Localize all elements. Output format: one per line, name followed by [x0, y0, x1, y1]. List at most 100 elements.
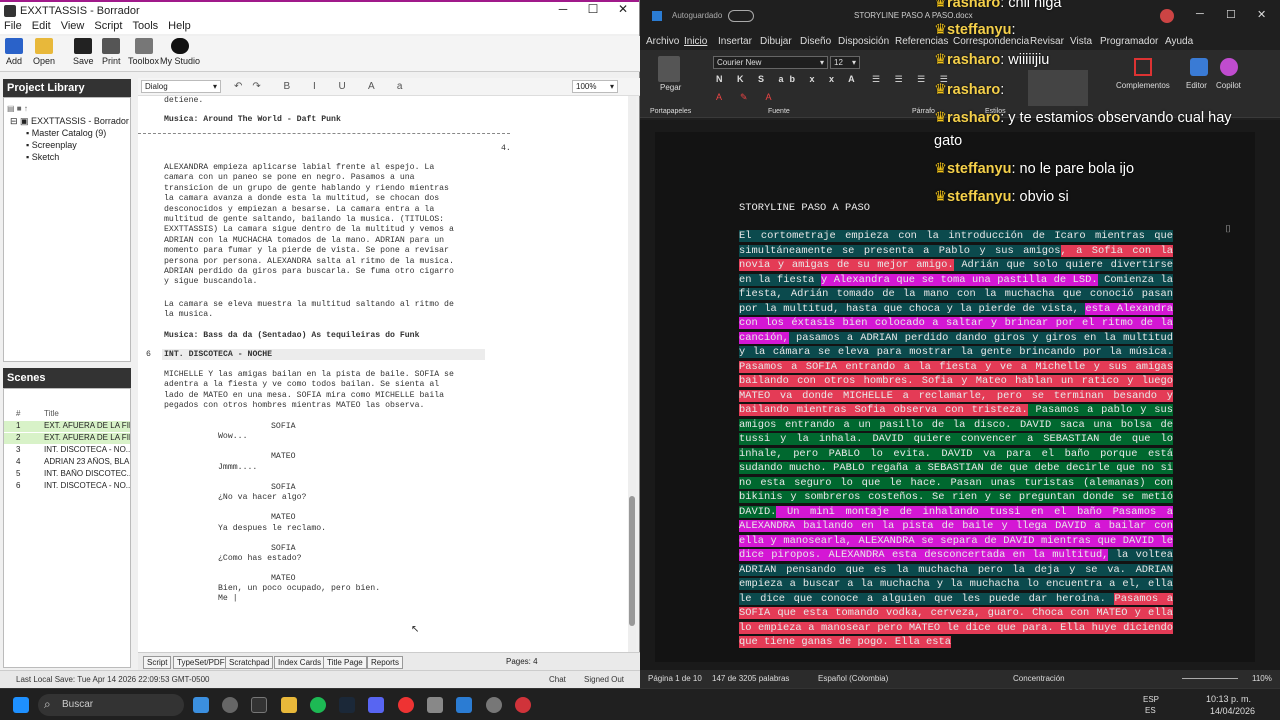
scene-row[interactable]: 4 ADRIAN 23 AÑOS, BLA... [4, 457, 130, 468]
chrome-icon[interactable] [398, 697, 414, 713]
close-icon[interactable]: ✕ [608, 2, 638, 16]
open-button[interactable]: Open [33, 38, 55, 66]
tree-item-screenplay[interactable]: ▪ Screenplay [26, 140, 77, 150]
element-type-select[interactable]: Dialog ▾ [141, 80, 221, 93]
sign-in-status[interactable]: Signed Out [584, 675, 624, 684]
maximize-icon[interactable]: ☐ [578, 2, 608, 16]
widgets-icon[interactable] [193, 697, 209, 713]
tab-disposicion[interactable]: Disposición [838, 36, 889, 47]
taskbar-search[interactable]: ⌕ Buscar [38, 694, 184, 716]
scroll-thumb[interactable] [629, 496, 635, 626]
chat-message: gato [934, 133, 962, 149]
tab-revisar[interactable]: Revisar [1030, 36, 1064, 47]
music-cue: Musica: Around The World - Daft Punk [164, 115, 341, 124]
document-page[interactable]: STORYLINE PASO A PASO El cortometraje em… [655, 132, 1255, 662]
add-button[interactable]: Add [5, 38, 23, 66]
obs-icon[interactable] [515, 697, 531, 713]
studio-button[interactable]: My Studio [160, 38, 200, 66]
library-tool-icons[interactable]: ▤ ■ ↑ [7, 104, 28, 113]
character-name: SOFIA [271, 482, 296, 492]
chat-user: rasharo [947, 0, 1001, 11]
document-title: STORYLINE PASO A PASO.docx [854, 11, 973, 20]
menu-view[interactable]: View [61, 20, 85, 34]
spotify-icon[interactable] [310, 697, 326, 713]
tab-index-cards[interactable]: Index Cards [274, 656, 326, 669]
tab-vista[interactable]: Vista [1070, 36, 1092, 47]
discord-icon[interactable] [368, 697, 384, 713]
app-icon[interactable] [222, 697, 238, 713]
scene-row[interactable]: 6 INT. DISCOTECA - NO... [4, 481, 130, 492]
tab-typeset[interactable]: TypeSet/PDF [173, 656, 229, 669]
settings-icon[interactable] [486, 697, 502, 713]
screenplay-app-icon[interactable] [427, 697, 443, 713]
tab-title-page[interactable]: Title Page [323, 656, 367, 669]
file-explorer-icon[interactable] [281, 697, 297, 713]
tab-scratchpad[interactable]: Scratchpad [225, 656, 274, 669]
chat-button[interactable]: Chat [549, 675, 566, 684]
focus-mode[interactable]: Concentración [1013, 674, 1065, 683]
close-icon[interactable]: ✕ [1257, 8, 1266, 21]
paste-icon[interactable] [658, 56, 680, 82]
steam-icon[interactable] [339, 697, 355, 713]
menu-script[interactable]: Script [94, 20, 122, 34]
language-indicator[interactable]: Español (Colombia) [818, 674, 888, 683]
tree-item-master-catalog[interactable]: ▪ Master Catalog (9) [26, 128, 106, 138]
toolbox-button[interactable]: Toolbox [128, 38, 159, 66]
scene-row[interactable]: 1 EXT. AFUERA DE LA FIE... [4, 421, 130, 432]
document-body[interactable]: El cortometraje empieza con la introducc… [739, 229, 1174, 650]
epic-games-icon[interactable] [251, 697, 267, 713]
scene-row[interactable]: 2 EXT. AFUERA DE LA FIE... [4, 433, 130, 444]
format-buttons[interactable]: N K S ab x x A [716, 74, 861, 84]
menu-edit[interactable]: Edit [32, 20, 51, 34]
zoom-level[interactable]: 110% [1252, 674, 1272, 683]
script-page[interactable]: detiene. Musica: Around The World - Daft… [138, 96, 628, 652]
zoom-slider[interactable] [1182, 678, 1238, 679]
clock-date[interactable]: 14/04/2026 [1210, 706, 1255, 716]
chat-user: steffanyu [947, 161, 1012, 177]
input-language[interactable]: ESP [1143, 695, 1159, 704]
menu-tools[interactable]: Tools [132, 20, 158, 34]
tab-insertar[interactable]: Insertar [718, 36, 752, 47]
color-buttons[interactable]: A ✎ A [716, 92, 780, 103]
maximize-icon[interactable]: ☐ [1226, 8, 1236, 21]
complements-icon[interactable] [1134, 58, 1152, 76]
save-button[interactable]: Save [73, 38, 94, 66]
tab-archivo[interactable]: Archivo [646, 36, 679, 47]
font-size-select[interactable]: 12 ▾ [830, 56, 860, 69]
tree-item-sketch[interactable]: ▪ Sketch [26, 152, 59, 162]
tab-inicio[interactable]: Inicio [684, 36, 707, 47]
taskbar: ⌕ Buscar ESP ES 10:13 p. m. 14/04/2026 [0, 688, 1280, 720]
copilot-icon[interactable] [1220, 58, 1238, 76]
tab-diseno[interactable]: Diseño [800, 36, 831, 47]
music-cue: Musica: Bass da da (Sentadao) As tequile… [164, 331, 420, 340]
editor-icon[interactable] [1190, 58, 1208, 76]
avatar[interactable] [1160, 9, 1174, 23]
print-button[interactable]: Print [102, 38, 121, 66]
add-icon [5, 38, 23, 54]
clock-time[interactable]: 10:13 p. m. [1206, 694, 1251, 704]
minimize-icon[interactable]: ─ [1196, 8, 1204, 20]
comment-icon[interactable]: ⌷ [1225, 224, 1231, 235]
tab-ayuda[interactable]: Ayuda [1165, 36, 1193, 47]
autosave-toggle[interactable] [728, 10, 754, 22]
format-buttons[interactable]: ↶↷ B I U A a [234, 81, 412, 92]
tab-programador[interactable]: Programador [1100, 36, 1158, 47]
zoom-select[interactable]: 100% ▾ [572, 80, 618, 93]
page-indicator[interactable]: Página 1 de 10 [648, 674, 702, 683]
scene-row[interactable]: 3 INT. DISCOTECA - NO... [4, 445, 130, 456]
font-family-select[interactable]: Courier New ▾ [713, 56, 828, 69]
tab-dibujar[interactable]: Dibujar [760, 36, 792, 47]
menu-file[interactable]: File [4, 20, 22, 34]
input-language-sub[interactable]: ES [1145, 706, 1156, 715]
tab-script[interactable]: Script [143, 656, 172, 669]
dialogue-typing[interactable]: Me | [218, 594, 238, 604]
tab-reports[interactable]: Reports [367, 656, 404, 669]
menu-help[interactable]: Help [168, 20, 191, 34]
scene-row[interactable]: 5 INT. BAÑO DISCOTEC... [4, 469, 130, 480]
word-count[interactable]: 147 de 3205 palabras [712, 674, 789, 683]
minimize-icon[interactable]: ─ [548, 2, 578, 16]
word-taskbar-icon[interactable] [456, 697, 472, 713]
windows-start-icon[interactable] [13, 697, 29, 713]
tree-root[interactable]: ⊟ ▣ EXXTTASSIS - Borrador [10, 116, 129, 127]
editor-scrollbar[interactable] [628, 96, 636, 652]
